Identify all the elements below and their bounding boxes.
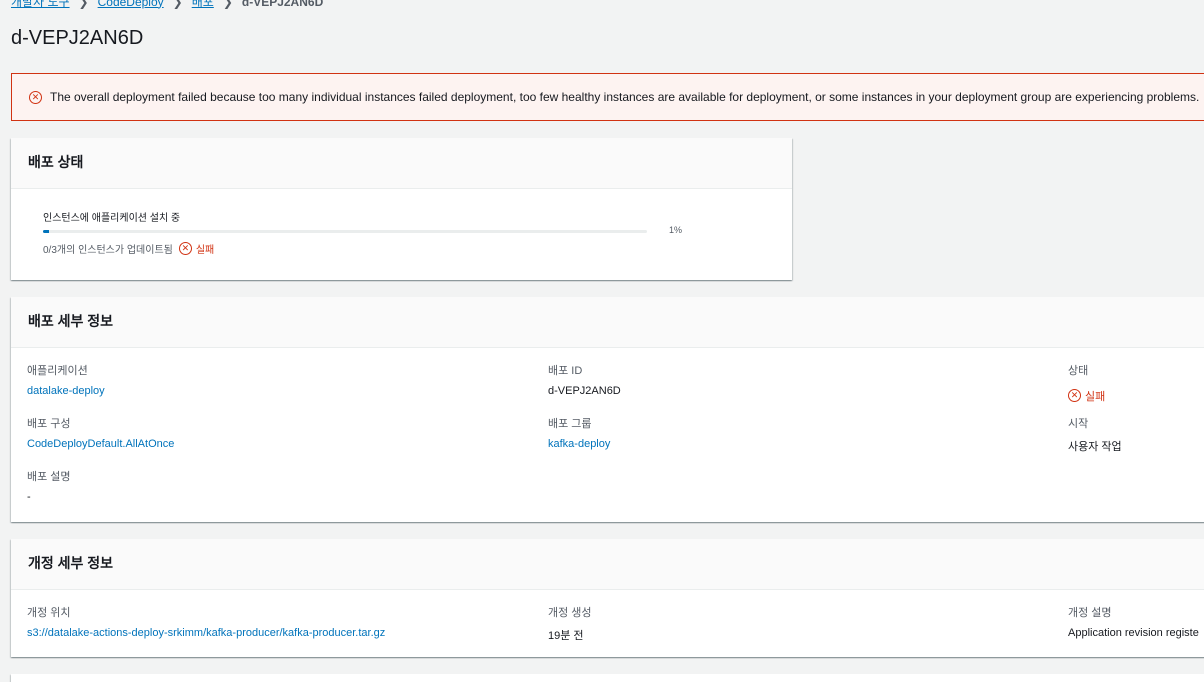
progress-percent: 1% [669, 225, 683, 235]
initiated-by-field: 시작 사용자 작업 [1068, 415, 1122, 454]
application-link[interactable]: datalake-deploy [27, 385, 105, 397]
deployment-config-label: 배포 구성 [27, 418, 71, 430]
breadcrumb-current: d-VEPJ2AN6D [241, 0, 324, 9]
progress-bar [43, 230, 647, 233]
error-icon: ✕ [1068, 389, 1081, 402]
revision-created-label: 개정 생성 [548, 607, 592, 619]
revision-details-panel: 개정 세부 정보 개정 위치 s3://datalake-actions-dep… [11, 539, 1204, 657]
next-panel [11, 674, 1204, 682]
deployment-group-label: 배포 그룹 [548, 418, 592, 430]
deployment-config-link[interactable]: CodeDeployDefault.AllAtOnce [27, 438, 174, 450]
deployment-id-field: 배포 ID d-VEPJ2AN6D [548, 362, 621, 397]
deployment-details-panel: 배포 세부 정보 애플리케이션 datalake-deploy 배포 ID d-… [11, 297, 1204, 522]
revision-created-field: 개정 생성 19분 전 [548, 604, 592, 643]
revision-description-label: 개정 설명 [1068, 607, 1112, 619]
progress-bar-fill [43, 230, 50, 233]
breadcrumb-developer-tools[interactable]: 개발자 도구 [11, 0, 70, 10]
deployment-group-link[interactable]: kafka-deploy [548, 438, 610, 450]
application-field: 애플리케이션 datalake-deploy [27, 362, 105, 397]
status-value: ✕ 실패 [1068, 388, 1105, 404]
deployment-group-field: 배포 그룹 kafka-deploy [548, 415, 610, 450]
status-badge-label: 실패 [195, 245, 215, 256]
revision-description-field: 개정 설명 Application revision registe [1068, 604, 1199, 639]
revision-created-value: 19분 전 [548, 630, 584, 642]
deployment-description-label: 배포 설명 [27, 471, 71, 483]
breadcrumb-deployments[interactable]: 배포 [192, 0, 214, 10]
deployment-id-value: d-VEPJ2AN6D [548, 385, 621, 397]
revision-location-link[interactable]: s3://datalake-actions-deploy-srkimm/kafk… [27, 627, 385, 639]
error-alert: ✕ The overall deployment failed because … [11, 73, 1204, 121]
instances-updated-text: 0/3개의 인스턴스가 업데이트됨 [43, 245, 173, 256]
chevron-right-icon: ❯ [222, 0, 233, 9]
status-badge: ✕ 실패 [178, 241, 215, 256]
breadcrumb: 개발자 도구 ❯ CodeDeploy ❯ 배포 ❯ d-VEPJ2AN6D [11, 0, 323, 10]
error-icon: ✕ [178, 242, 192, 255]
deployment-id-label: 배포 ID [548, 365, 583, 377]
chevron-right-icon: ❯ [172, 0, 183, 9]
deployment-status-panel: 배포 상태 인스턴스에 애플리케이션 설치 중 1% 0/3개의 인스턴스가 업… [11, 138, 792, 280]
initiated-by-label: 시작 [1068, 418, 1089, 430]
revision-location-field: 개정 위치 s3://datalake-actions-deploy-srkim… [27, 604, 385, 639]
status-label: 상태 [1068, 365, 1089, 377]
progress-summary: 0/3개의 인스턴스가 업데이트됨 ✕ 실패 [43, 241, 214, 256]
revision-description-value: Application revision registe [1068, 627, 1199, 639]
error-icon: ✕ [29, 90, 42, 104]
chevron-right-icon: ❯ [78, 0, 89, 9]
status-value-label: 실패 [1085, 390, 1106, 403]
progress-label: 인스턴스에 애플리케이션 설치 중 [43, 213, 181, 224]
breadcrumb-codedeploy[interactable]: CodeDeploy [98, 0, 164, 9]
initiated-by-value: 사용자 작업 [1068, 441, 1122, 453]
revision-details-header: 개정 세부 정보 [11, 539, 1204, 590]
deployment-detail-page: 개발자 도구 ❯ CodeDeploy ❯ 배포 ❯ d-VEPJ2AN6D d… [0, 0, 1204, 682]
alert-message: The overall deployment failed because to… [50, 90, 1200, 104]
deployment-status-header: 배포 상태 [11, 138, 792, 189]
status-field: 상태 ✕ 실패 [1068, 362, 1105, 404]
deployment-description-value: - [27, 491, 31, 503]
revision-location-label: 개정 위치 [27, 607, 71, 619]
deployment-description-field: 배포 설명 - [27, 468, 71, 503]
deployment-details-header: 배포 세부 정보 [11, 297, 1204, 348]
page-title: d-VEPJ2AN6D [11, 27, 144, 49]
application-label: 애플리케이션 [27, 365, 88, 377]
deployment-config-field: 배포 구성 CodeDeployDefault.AllAtOnce [27, 415, 174, 450]
